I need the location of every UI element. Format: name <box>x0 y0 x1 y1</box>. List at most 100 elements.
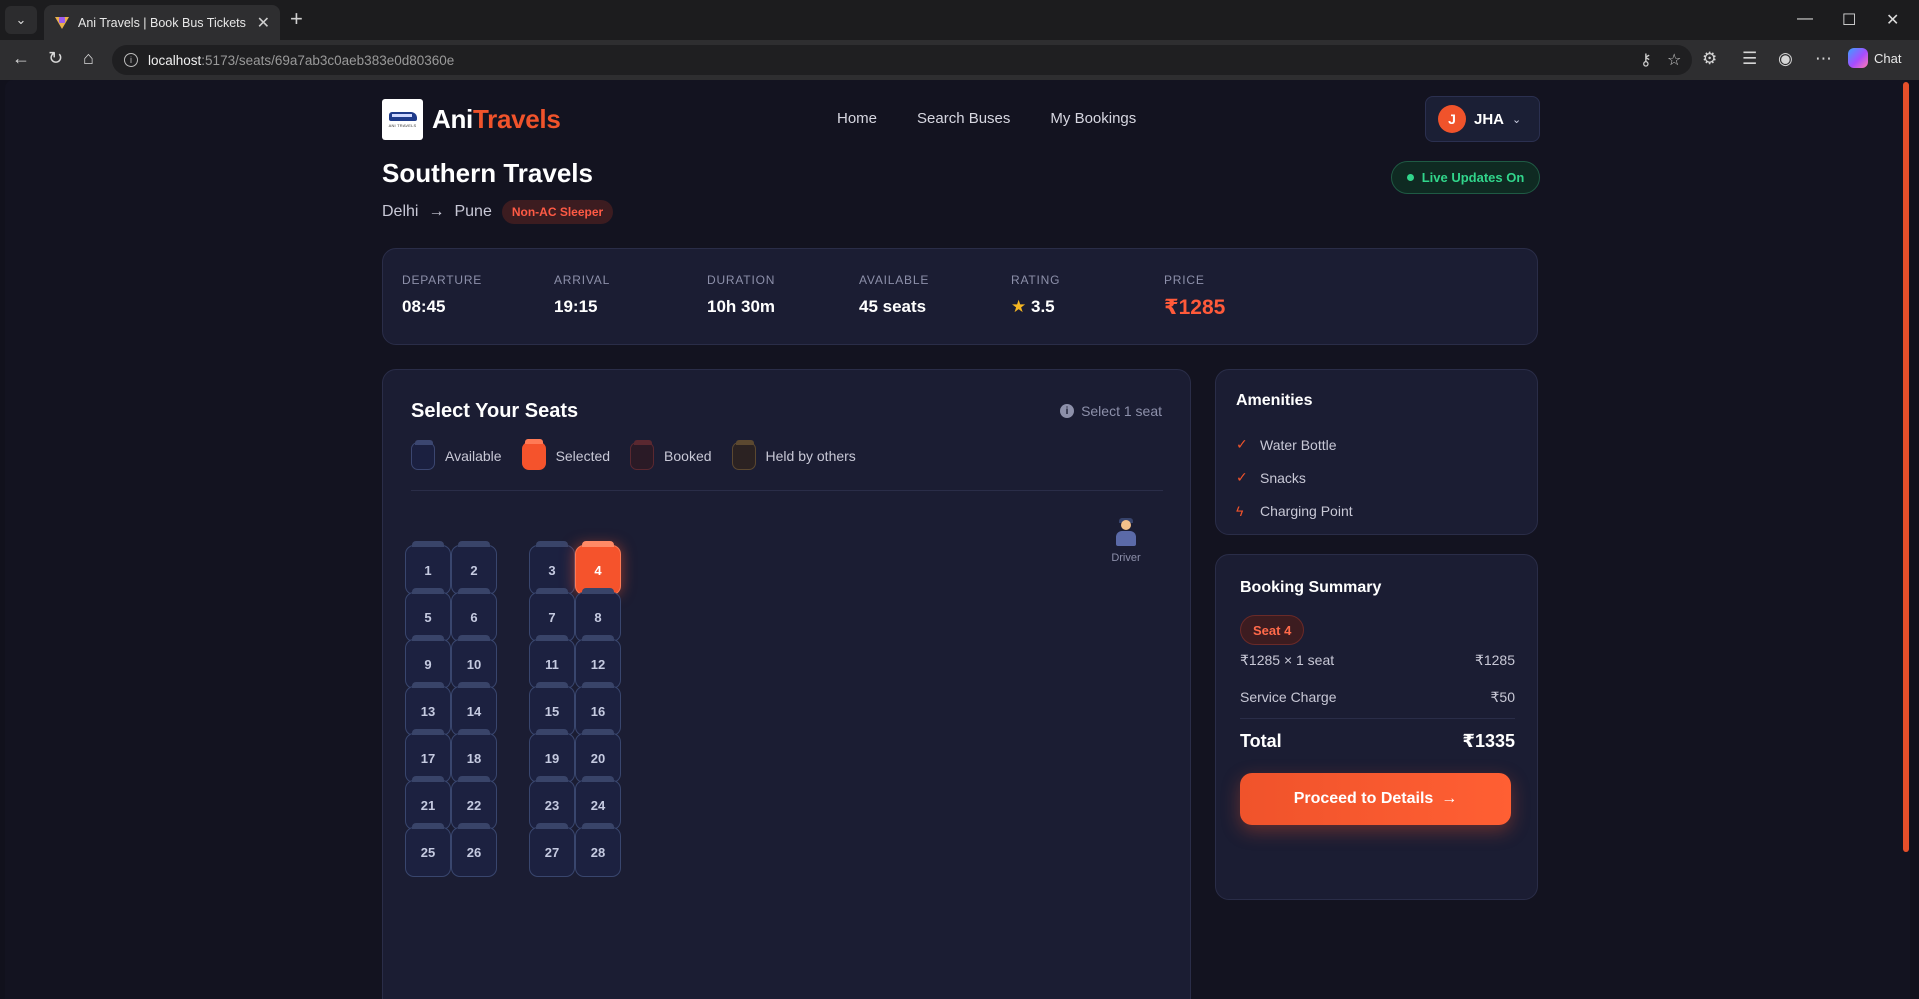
brand-name[interactable]: AniTravels <box>432 104 561 135</box>
page-viewport: ANI TRAVELS AniTravels Home Search Buses… <box>5 80 1910 999</box>
seat-legend: Available Selected Booked Held by others <box>411 439 856 470</box>
info-price: PRICE ₹1285 <box>1164 273 1225 320</box>
copilot-chat-button[interactable]: Chat <box>1848 48 1901 68</box>
page-scrollbar[interactable] <box>1902 80 1910 999</box>
held-seat-icon <box>731 440 756 470</box>
avatar: J <box>1438 105 1466 133</box>
seat[interactable]: 27 <box>529 823 575 877</box>
profile-icon[interactable]: ◉ <box>1778 49 1793 69</box>
trip-info-card: DEPARTURE 08:45 ARRIVAL 19:15 DURATION 1… <box>382 248 1538 345</box>
user-menu-button[interactable]: J JHA ⌄ <box>1425 96 1540 142</box>
info-value: 19:15 <box>554 297 598 316</box>
logo[interactable]: ANI TRAVELS <box>382 99 423 140</box>
scrollbar-thumb[interactable] <box>1903 82 1909 852</box>
legend-label: Booked <box>664 448 712 464</box>
nav-search-buses[interactable]: Search Buses <box>917 110 1010 127</box>
legend-available: Available <box>411 440 502 470</box>
service-charge-label: Service Charge <box>1240 689 1337 705</box>
browser-tab-active[interactable]: Ani Travels | Book Bus Tickets Online ✕ <box>44 5 280 40</box>
booked-seat-icon <box>630 440 655 470</box>
new-tab-plus-icon[interactable]: + <box>290 8 303 30</box>
bus-logo-icon <box>388 111 417 121</box>
address-bar[interactable]: i localhost:5173/seats/69a7ab3c0aeb383e0… <box>112 45 1692 75</box>
seat-hint-text: Select 1 seat <box>1081 403 1162 419</box>
legend-label: Available <box>445 448 502 464</box>
info-available: AVAILABLE 45 seats <box>859 273 929 317</box>
selected-seat-icon <box>521 439 546 470</box>
minimize-icon[interactable]: — <box>1797 10 1813 28</box>
info-rating: RATING ★ 3.5 <box>1011 273 1060 317</box>
amenities-title: Amenities <box>1236 392 1313 409</box>
seat[interactable]: 28 <box>575 823 621 877</box>
amenity-charging-point: ϟ Charging Point <box>1236 494 1353 527</box>
summary-title: Booking Summary <box>1240 579 1382 596</box>
seat[interactable]: 25 <box>405 823 451 877</box>
info-value: 08:45 <box>402 297 446 316</box>
seat[interactable]: 26 <box>451 823 497 877</box>
info-departure: DEPARTURE 08:45 <box>402 273 482 317</box>
tab-close-icon[interactable]: ✕ <box>257 13 270 33</box>
nav-home[interactable]: Home <box>837 110 877 127</box>
info-label: ARRIVAL <box>554 273 611 287</box>
proceed-to-details-button[interactable]: Proceed to Details → <box>1240 773 1511 825</box>
info-label: AVAILABLE <box>859 273 930 287</box>
lightning-icon: ϟ <box>1236 502 1244 519</box>
legend-selected: Selected <box>521 439 611 470</box>
chevron-down-icon: ⌄ <box>1512 113 1522 126</box>
route-line: Delhi → Pune Non-AC Sleeper <box>382 200 614 224</box>
brand-part-travels: Travels <box>472 104 561 134</box>
favorite-star-icon[interactable]: ☆ <box>1667 45 1681 75</box>
key-icon[interactable]: ⚷ <box>1640 45 1652 75</box>
home-icon[interactable]: ⌂ <box>83 48 94 69</box>
maximize-icon[interactable]: ☐ <box>1842 10 1856 30</box>
proceed-label: Proceed to Details <box>1293 790 1434 807</box>
reload-icon[interactable]: ↻ <box>48 48 63 69</box>
browser-tab-bar: ⌄ Ani Travels | Book Bus Tickets Online … <box>0 0 1919 40</box>
info-value: 45 seats <box>859 297 927 316</box>
site-info-icon[interactable]: i <box>124 53 138 67</box>
info-label: PRICE <box>1164 273 1205 287</box>
price-value: ₹1285 <box>1164 296 1226 319</box>
extensions-icon[interactable]: ⚙ <box>1702 49 1717 69</box>
star-icon: ★ <box>1011 297 1027 316</box>
close-window-icon[interactable]: ✕ <box>1886 10 1899 30</box>
tab-actions-chevron-icon[interactable]: ⌄ <box>5 6 37 34</box>
booking-summary-card: Booking Summary Seat 4 ₹1285 × 1 seat ₹1… <box>1215 554 1538 900</box>
driver-icon <box>1114 518 1138 548</box>
amenity-label: Charging Point <box>1260 502 1353 519</box>
nav-my-bookings[interactable]: My Bookings <box>1050 110 1136 127</box>
info-label: RATING <box>1011 273 1061 287</box>
route-from: Delhi <box>382 203 419 220</box>
legend-held: Held by others <box>731 440 856 470</box>
info-icon: i <box>1060 404 1075 418</box>
driver-position: Driver <box>1101 518 1151 564</box>
favorites-list-icon[interactable]: ☰ <box>1742 49 1757 69</box>
live-dot-icon <box>1406 174 1414 181</box>
live-updates-badge: Live Updates On <box>1391 161 1540 194</box>
main-nav: Home Search Buses My Bookings <box>837 110 1136 127</box>
brand-part-ani: Ani <box>432 104 473 134</box>
fare-label: ₹1285 × 1 seat <box>1240 652 1335 668</box>
tab-title: Ani Travels | Book Bus Tickets Online <box>78 15 249 30</box>
rating-value: 3.5 <box>1030 297 1055 316</box>
info-arrival: ARRIVAL 19:15 <box>554 273 610 317</box>
available-seat-icon <box>411 440 435 470</box>
user-name: JHA <box>1474 110 1505 128</box>
fare-row: ₹1285 × 1 seat ₹1285 <box>1240 652 1515 669</box>
site-favicon-icon <box>54 15 70 31</box>
amenity-snacks: ✓ Snacks <box>1236 461 1353 494</box>
live-updates-label: Live Updates On <box>1421 170 1525 185</box>
total-row: Total ₹1335 <box>1240 731 1515 752</box>
more-menu-icon[interactable]: ⋯ <box>1815 49 1832 69</box>
seat-hint: i Select 1 seat <box>1060 403 1162 419</box>
info-value: 10h 30m <box>707 297 776 316</box>
total-value: ₹1335 <box>1462 731 1515 751</box>
amenity-water-bottle: ✓ Water Bottle <box>1236 428 1353 461</box>
selected-seat-chip[interactable]: Seat 4 <box>1240 615 1305 645</box>
legend-label: Selected <box>555 448 611 464</box>
info-value: ★ 3.5 <box>1011 297 1060 317</box>
amenities-card: Amenities ✓ Water Bottle ✓ Snacks ϟ Chargin… <box>1215 369 1538 535</box>
back-arrow-icon[interactable]: ← <box>12 48 30 69</box>
browser-toolbar: ← ↻ ⌂ i localhost:5173/seats/69a7ab3c0ae… <box>0 40 1919 80</box>
logo-caption: ANI TRAVELS <box>388 122 417 128</box>
